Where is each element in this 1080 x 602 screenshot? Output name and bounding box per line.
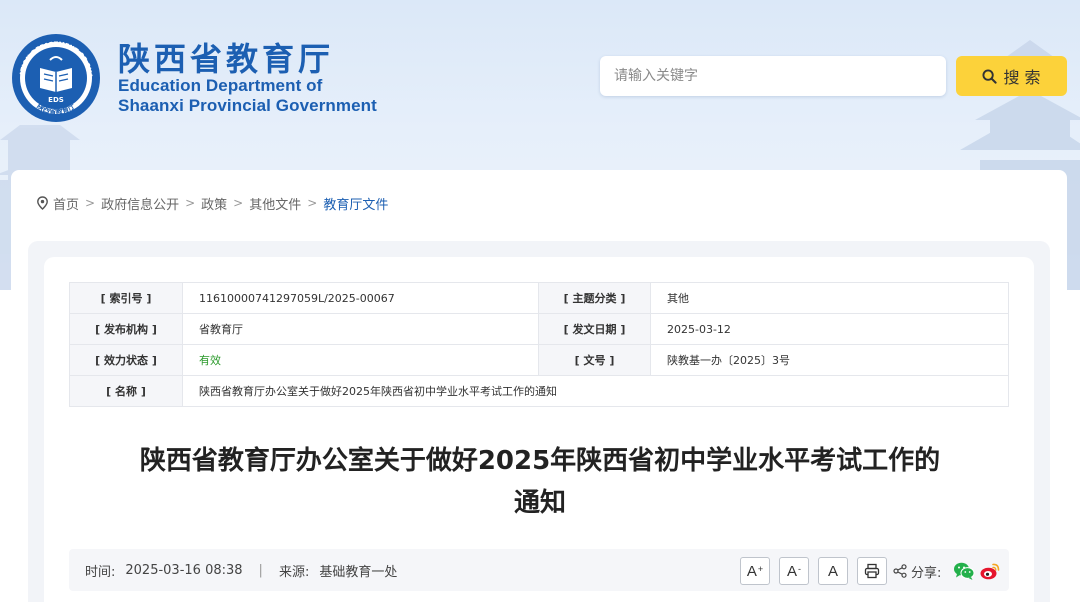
- name-value: 陕西省教育厅办公室关于做好2025年陕西省初中学业水平考试工作的通知: [182, 375, 1009, 407]
- publish-time-label: 时间:: [85, 564, 116, 580]
- issuer-label: [ 发布机构 ]: [69, 313, 183, 345]
- search-input[interactable]: [600, 56, 946, 96]
- svg-text:EDS: EDS: [48, 96, 64, 104]
- article-tools: A + A- A 分享:: [740, 556, 1001, 586]
- breadcrumb-separator: >: [307, 196, 318, 210]
- table-row: [ 名称 ] 陕西省教育厅办公室关于做好2025年陕西省初中学业水平考试工作的通…: [69, 375, 1009, 407]
- share-group: 分享:: [893, 561, 1001, 581]
- breadcrumb-other-files[interactable]: 其他文件: [249, 194, 301, 213]
- breadcrumb-policy[interactable]: 政策: [201, 194, 227, 213]
- issuer-value: 省教育厅: [182, 313, 539, 345]
- info-separator: |: [258, 562, 263, 578]
- breadcrumb-home[interactable]: 首页: [53, 194, 79, 213]
- search-button-label: 搜 索: [1003, 68, 1041, 87]
- breadcrumb-separator: >: [85, 196, 96, 210]
- table-row: [ 效力状态 ] 有效 [ 文号 ] 陕教基一办〔2025〕3号: [69, 344, 1009, 376]
- article-title-line1: 陕西省教育厅办公室关于做好2025年陕西省初中学业水平考试工作的: [139, 446, 941, 476]
- index-label: [ 索引号 ]: [69, 282, 183, 314]
- index-value: 11610000741297059L/2025-00067: [182, 282, 539, 314]
- source-label: 来源:: [278, 564, 310, 580]
- article-title: 陕西省教育厅办公室关于做好2025年陕西省初中学业水平考试工作的 通知: [100, 440, 980, 524]
- status-value: 有效: [182, 344, 539, 376]
- topic-label: [ 主题分类 ]: [538, 282, 651, 314]
- font-size-decrease-button[interactable]: A-: [779, 557, 809, 585]
- document-number-value: 陕教基一办〔2025〕3号: [650, 344, 1009, 376]
- weibo-icon: [980, 563, 1000, 580]
- breadcrumb-separator: >: [233, 196, 244, 210]
- topic-value: 其他: [650, 282, 1009, 314]
- print-button[interactable]: [857, 557, 887, 585]
- share-wechat-button[interactable]: [953, 561, 975, 581]
- issue-date-value: 2025-03-12: [650, 313, 1009, 345]
- breadcrumb-current[interactable]: 教育厅文件: [323, 194, 388, 213]
- share-icon: [893, 564, 907, 578]
- breadcrumb: 首页 > 政府信息公开 > 政策 > 其他文件 > 教育厅文件: [36, 194, 388, 213]
- publish-time-value: 2025-03-16 08:38: [125, 562, 243, 578]
- breadcrumb-gov-info[interactable]: 政府信息公开: [101, 194, 179, 213]
- brand-name-english-line2: Shaanxi Provincial Government: [118, 96, 377, 115]
- table-row: [ 索引号 ] 11610000741297059L/2025-00067 [ …: [69, 282, 1009, 314]
- table-row: [ 发布机构 ] 省教育厅 [ 发文日期 ] 2025-03-12: [69, 313, 1009, 345]
- search-button[interactable]: 搜 索: [956, 56, 1067, 96]
- share-label: 分享:: [911, 565, 942, 581]
- status-label: [ 效力状态 ]: [69, 344, 183, 376]
- issue-date-label: [ 发文日期 ]: [538, 313, 651, 345]
- article-title-line2: 通知: [513, 488, 566, 518]
- source-value: 基础教育一处: [319, 564, 398, 580]
- brand-name-english-line1: Education Department of: [118, 76, 323, 95]
- document-metadata-table: [ 索引号 ] 11610000741297059L/2025-00067 [ …: [69, 282, 1009, 407]
- search-icon: [982, 68, 998, 84]
- brand-name-chinese: 陕西省教育厅: [118, 40, 335, 78]
- wechat-icon: [954, 562, 975, 580]
- breadcrumb-separator: >: [185, 196, 196, 210]
- font-size-reset-button[interactable]: A: [818, 557, 848, 585]
- print-icon: [864, 563, 880, 579]
- font-size-increase-button[interactable]: A +: [740, 557, 770, 585]
- document-number-label: [ 文号 ]: [538, 344, 651, 376]
- department-emblem-logo[interactable]: EDUCATION DEPARTMENT OF SHAANXI 陕西省教育厅 E…: [10, 32, 102, 124]
- name-label: [ 名称 ]: [69, 375, 183, 407]
- location-pin-icon: [37, 196, 48, 210]
- share-weibo-button[interactable]: [979, 561, 1001, 581]
